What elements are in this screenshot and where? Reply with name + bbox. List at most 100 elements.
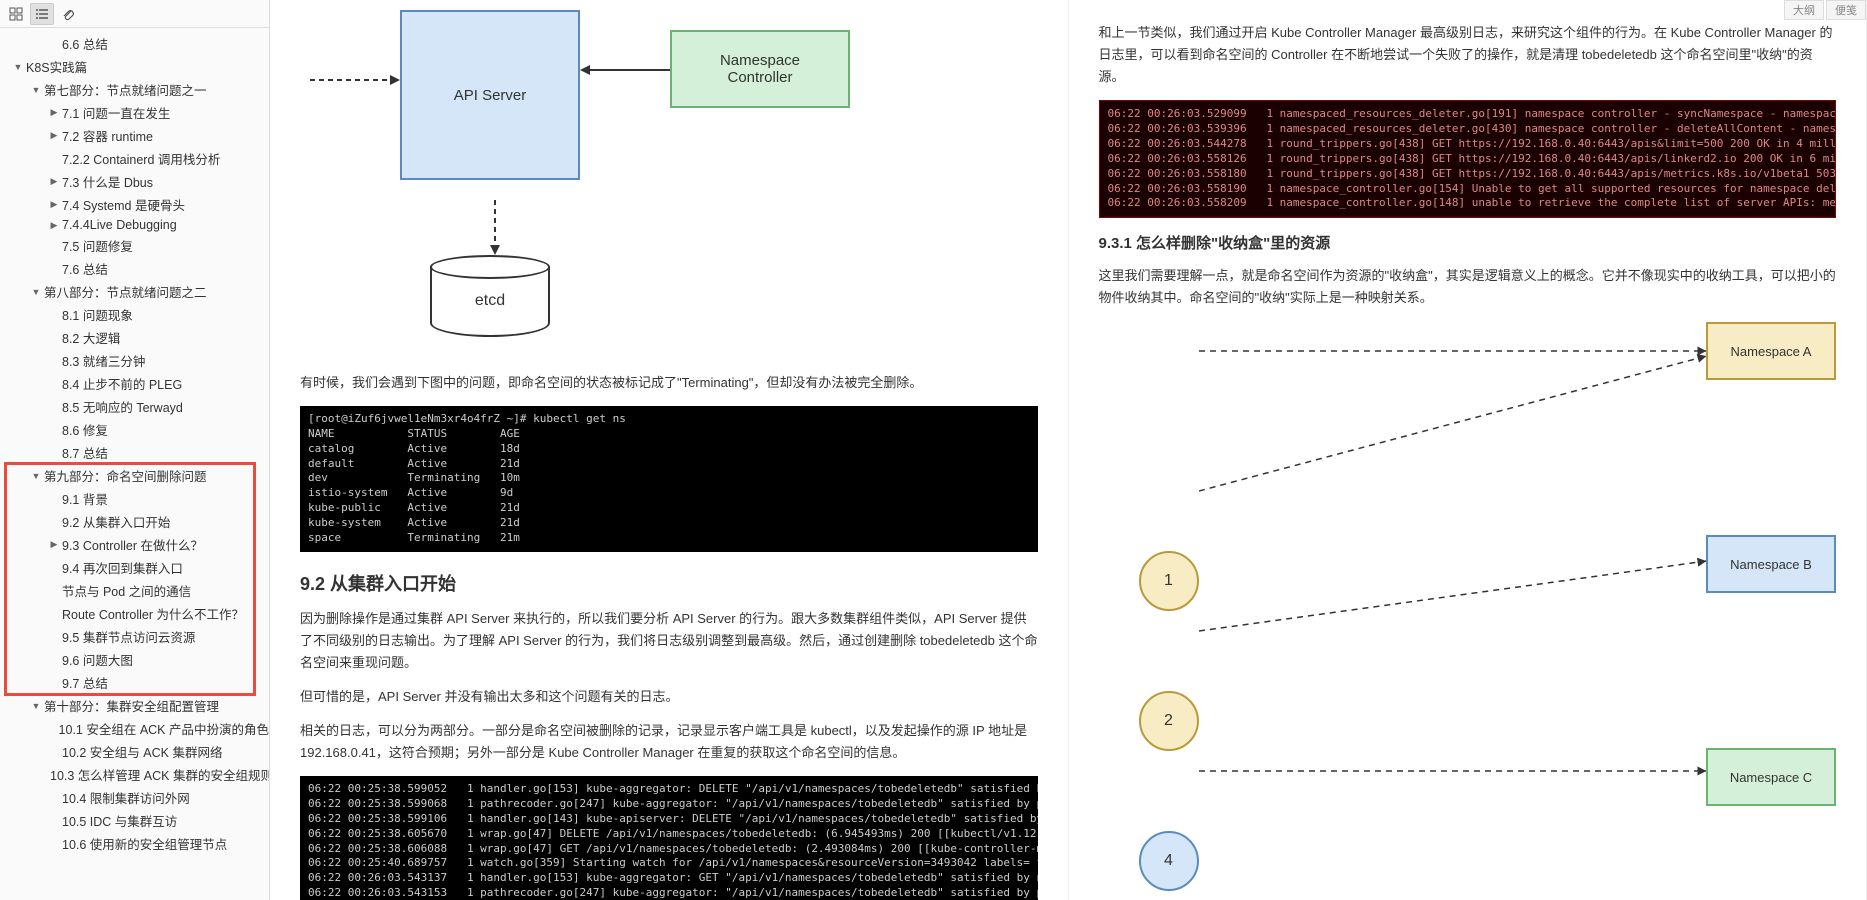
outline-item[interactable]: ▼第七部分：节点就绪问题之一 (0, 78, 269, 101)
spacer-icon (48, 447, 60, 459)
spacer-icon (48, 654, 60, 666)
outline-item[interactable]: 10.3 怎么样管理 ACK 集群的安全组规则 (0, 763, 269, 786)
outline-item-label: 8.3 就绪三分钟 (62, 351, 145, 370)
outline-item-label: K8S实践篇 (26, 57, 87, 76)
outline-item[interactable]: 8.3 就绪三分钟 (0, 349, 269, 372)
chevron-right-icon[interactable]: ▶ (48, 199, 60, 211)
heading-9-2: 9.2 从集群入口开始 (300, 570, 1038, 596)
error-log-output: 06:22 00:26:03.529099 1 namespaced_resou… (1099, 100, 1837, 218)
spacer-icon (48, 585, 60, 597)
outline-item[interactable]: ▶7.1 问题一直在发生 (0, 101, 269, 124)
paragraph: 因为删除操作是通过集群 API Server 来执行的，所以我们要分析 API … (300, 608, 1038, 674)
resource-circle-3: 4 (1139, 831, 1199, 891)
outline-item-label: 7.4.4Live Debugging (62, 218, 177, 232)
outline-item[interactable]: Route Controller 为什么不工作？ (0, 602, 269, 625)
outline-item[interactable]: 7.6 总结 (0, 257, 269, 280)
outline-item[interactable]: 9.2 从集群入口开始 (0, 510, 269, 533)
spacer-icon (48, 424, 60, 436)
outline-item[interactable]: 6.6 总结 (0, 32, 269, 55)
spacer-icon (48, 240, 60, 252)
spacer-icon (48, 401, 60, 413)
outline-item[interactable]: 10.4 限制集群访问外网 (0, 786, 269, 809)
outline-item[interactable]: 8.4 止步不前的 PLEG (0, 372, 269, 395)
chevron-right-icon[interactable]: ▶ (48, 107, 60, 119)
outline-item-label: 10.6 使用新的安全组管理节点 (62, 834, 227, 853)
chevron-right-icon[interactable]: ▶ (48, 219, 60, 231)
spacer-icon (48, 38, 60, 50)
outline-item[interactable]: ▶7.4 Systemd 是硬骨头 (0, 193, 269, 216)
outline-tree: 6.6 总结▼K8S实践篇▼第七部分：节点就绪问题之一▶7.1 问题一直在发生▶… (0, 28, 269, 859)
tab-outline[interactable]: 大纲 (1784, 0, 1824, 20)
outline-item[interactable]: 10.5 IDC 与集群互访 (0, 809, 269, 832)
outline-item[interactable]: 8.2 大逻辑 (0, 326, 269, 349)
attachment-icon[interactable] (56, 3, 80, 25)
outline-item[interactable]: ▶7.2 容器 runtime (0, 124, 269, 147)
terminal-output-1: [root@iZuf6jvwel1eNm3xr4o4frZ ~]# kubect… (300, 406, 1038, 552)
outline-item-label: Route Controller 为什么不工作？ (62, 604, 244, 623)
outline-item[interactable]: ▶9.3 Controller 在做什么？ (0, 533, 269, 556)
etcd-cylinder: etcd (430, 255, 550, 345)
spacer-icon (48, 631, 60, 643)
right-tabs: 大纲 便笺 (1784, 0, 1866, 20)
tab-notes[interactable]: 便笺 (1826, 0, 1866, 20)
outline-item[interactable]: ▼第十部分：集群安全组配置管理 (0, 694, 269, 717)
outline-item[interactable]: 10.1 安全组在 ACK 产品中扮演的角色 (0, 717, 269, 740)
outline-item-label: 9.5 集群节点访问云资源 (62, 627, 195, 646)
outline-item[interactable]: 10.6 使用新的安全组管理节点 (0, 832, 269, 855)
chevron-right-icon[interactable]: ▶ (48, 176, 60, 188)
sidebar-toolbar (0, 0, 269, 28)
outline-item[interactable]: ▶7.4.4Live Debugging (0, 216, 269, 234)
outline-item[interactable]: 节点与 Pod 之间的通信 (0, 579, 269, 602)
sidebar-tree-wrap: 6.6 总结▼K8S实践篇▼第七部分：节点就绪问题之一▶7.1 问题一直在发生▶… (0, 28, 269, 859)
spacer-icon (48, 562, 60, 574)
outline-item[interactable]: 9.1 背景 (0, 487, 269, 510)
outline-item-label: 7.2.2 Containerd 调用栈分析 (62, 149, 220, 168)
spacer-icon (48, 608, 60, 620)
chevron-right-icon[interactable]: ▶ (48, 130, 60, 142)
outline-item[interactable]: 7.5 问题修复 (0, 234, 269, 257)
namespace-box-c: Namespace C (1706, 748, 1836, 806)
resource-circle-2: 2 (1139, 691, 1199, 751)
resource-circle-1: 1 (1139, 551, 1199, 611)
outline-item[interactable]: 9.6 问题大图 (0, 648, 269, 671)
spacer-icon (48, 746, 60, 758)
chevron-right-icon[interactable]: ▶ (48, 539, 60, 551)
outline-item-label: 8.6 修复 (62, 420, 108, 439)
outline-item-label: 7.6 总结 (62, 259, 108, 278)
outline-item-label: 9.1 背景 (62, 489, 108, 508)
outline-item[interactable]: 8.7 总结 (0, 441, 269, 464)
heading-9-3-1: 9.3.1 怎么样删除"收纳盒"里的资源 (1099, 232, 1837, 253)
content-col-right: 大纲 便笺 和上一节类似，我们通过开启 Kube Controller Mana… (1069, 0, 1867, 900)
chevron-down-icon[interactable]: ▼ (30, 470, 42, 482)
outline-item[interactable]: 10.2 安全组与 ACK 集群网络 (0, 740, 269, 763)
outline-item-label: 8.5 无响应的 Terwayd (62, 397, 183, 416)
chevron-down-icon[interactable]: ▼ (12, 61, 24, 73)
outline-item-label: 第十部分：集群安全组配置管理 (44, 696, 219, 715)
grid-view-icon[interactable] (4, 3, 28, 25)
chevron-down-icon[interactable]: ▼ (30, 700, 42, 712)
outline-item-label: 7.2 容器 runtime (62, 126, 153, 145)
outline-item-label: 10.2 安全组与 ACK 集群网络 (62, 742, 222, 761)
outline-item[interactable]: 9.4 再次回到集群入口 (0, 556, 269, 579)
spacer-icon (48, 332, 60, 344)
outline-item[interactable]: ▶7.3 什么是 Dbus (0, 170, 269, 193)
outline-item[interactable]: ▼K8S实践篇 (0, 55, 269, 78)
outline-item[interactable]: ▼第八部分：节点就绪问题之二 (0, 280, 269, 303)
outline-item-label: 9.4 再次回到集群入口 (62, 558, 183, 577)
paragraph: 有时候，我们会遇到下图中的问题，即命名空间的状态被标记成了"Terminatin… (300, 372, 1038, 394)
app-root: 6.6 总结▼K8S实践篇▼第七部分：节点就绪问题之一▶7.1 问题一直在发生▶… (0, 0, 1867, 900)
outline-item[interactable]: 9.5 集群节点访问云资源 (0, 625, 269, 648)
outline-item[interactable]: 9.7 总结 (0, 671, 269, 694)
outline-item[interactable]: 8.1 问题现象 (0, 303, 269, 326)
outline-item[interactable]: 8.6 修复 (0, 418, 269, 441)
chevron-down-icon[interactable]: ▼ (30, 286, 42, 298)
spacer-icon (48, 677, 60, 689)
outline-item[interactable]: 7.2.2 Containerd 调用栈分析 (0, 147, 269, 170)
chevron-down-icon[interactable]: ▼ (30, 84, 42, 96)
outline-item[interactable]: 8.5 无响应的 Terwayd (0, 395, 269, 418)
outline-item-label: 7.3 什么是 Dbus (62, 172, 153, 191)
list-view-icon[interactable] (30, 3, 54, 25)
outline-item-label: 10.4 限制集群访问外网 (62, 788, 190, 807)
outline-item[interactable]: ▼第九部分：命名空间删除问题 (0, 464, 269, 487)
content-area: API Server Namespace Controller etcd 有时候… (270, 0, 1867, 900)
